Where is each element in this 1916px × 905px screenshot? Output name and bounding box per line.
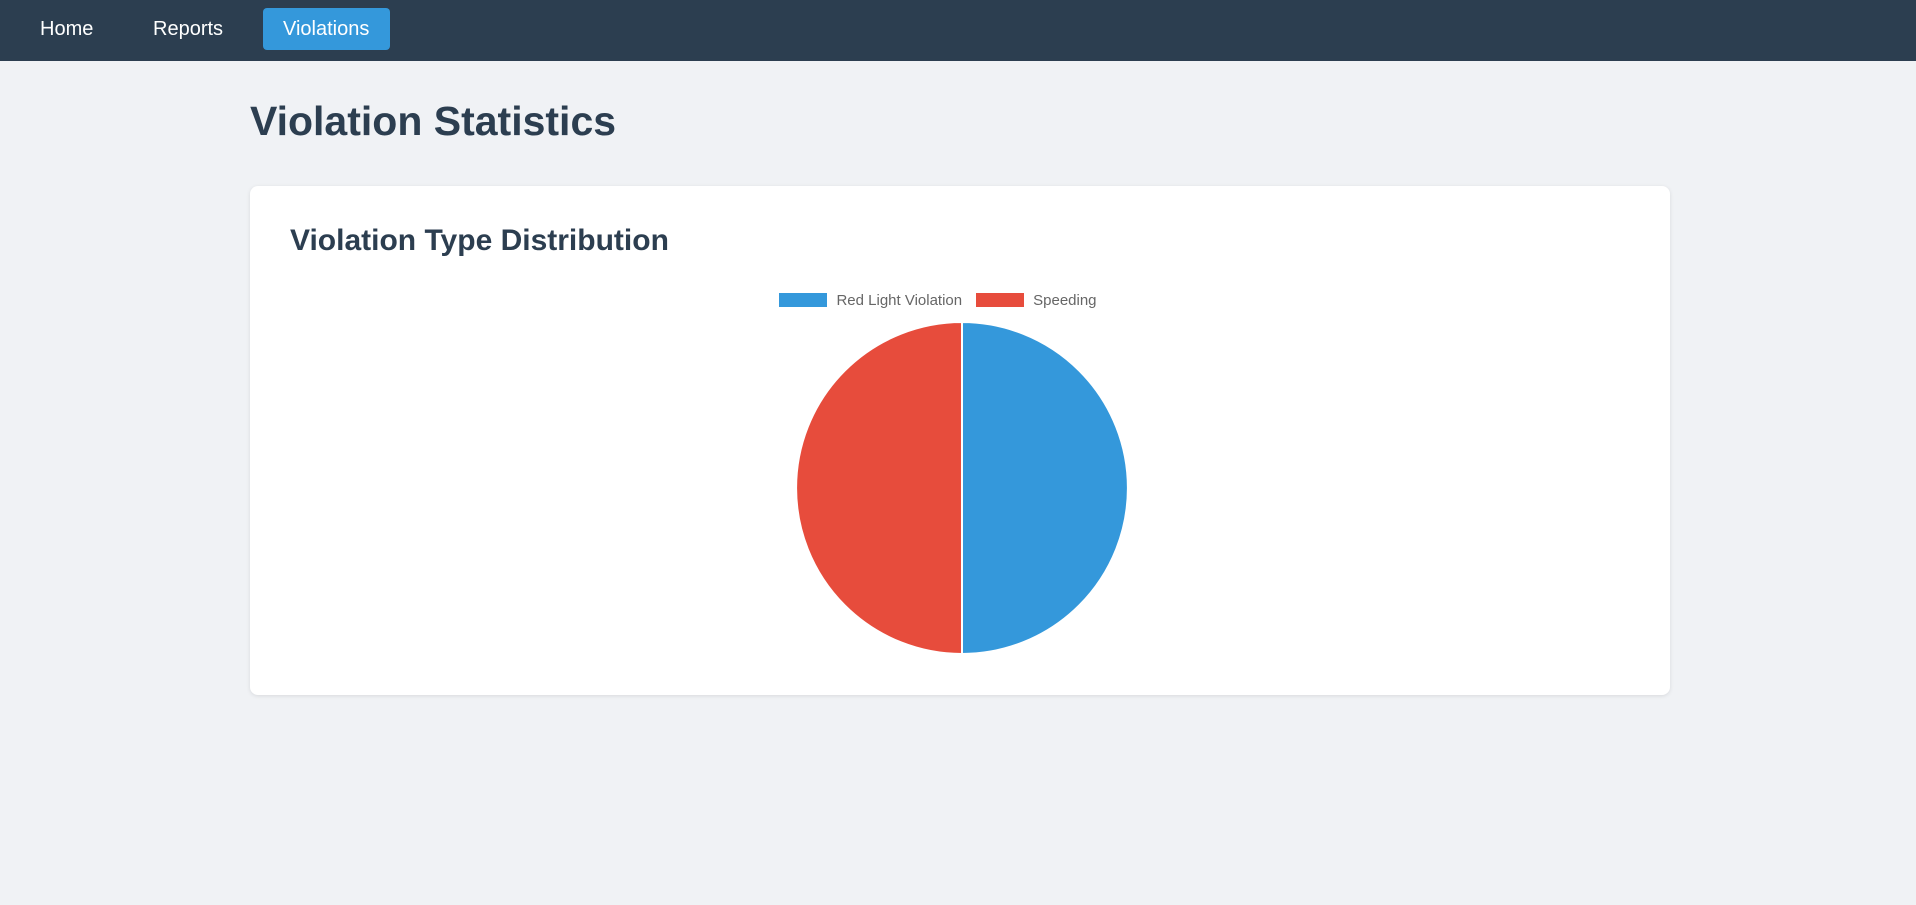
nav-violations[interactable]: Violations <box>263 8 390 50</box>
legend-swatch-red-light <box>779 293 828 307</box>
legend-item-speeding[interactable]: Speeding <box>976 291 1097 309</box>
legend-swatch-speeding <box>976 293 1025 307</box>
pie-chart <box>795 320 1129 656</box>
nav-reports[interactable]: Reports <box>133 8 243 50</box>
card-title: Violation Type Distribution <box>290 224 669 257</box>
pie-slice-red-light-violation[interactable] <box>961 320 1129 656</box>
chart-legend: Red Light Violation Speeding <box>228 290 1648 310</box>
legend-label-red-light: Red Light Violation <box>836 291 963 309</box>
top-navbar: Home Reports Violations <box>0 0 1916 61</box>
nav-home[interactable]: Home <box>20 8 113 50</box>
pie-slice-speeding[interactable] <box>795 320 963 656</box>
legend-item-red-light[interactable]: Red Light Violation <box>779 292 962 309</box>
chart-card: Violation Type Distribution Red Light Vi… <box>250 186 1670 695</box>
pie-chart-area <box>794 320 1130 656</box>
legend-label-speeding: Speeding <box>1033 291 1097 309</box>
page-title: Violation Statistics <box>250 98 617 144</box>
